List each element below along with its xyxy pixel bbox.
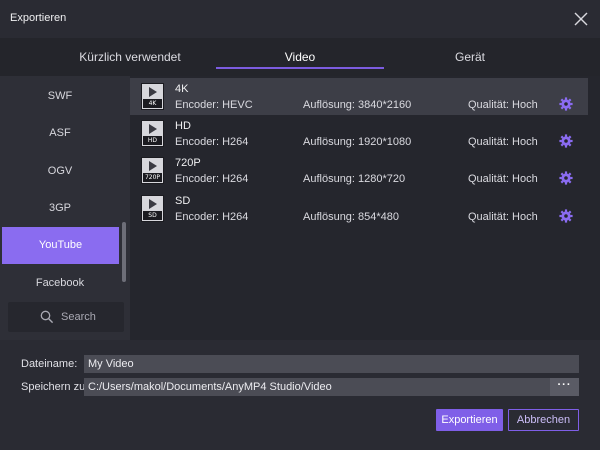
preset-encoder: Encoder: H264 [175, 173, 249, 185]
cancel-button[interactable]: Abbrechen [508, 409, 579, 431]
save-path-label: Speichern zu: [21, 381, 89, 393]
tab-recent[interactable]: Kürzlich verwendet [60, 38, 200, 76]
search-input[interactable]: Search [8, 302, 124, 332]
video-thumbnail-icon: SD [141, 195, 164, 222]
play-icon [149, 199, 157, 209]
video-thumbnail-icon: 720P [141, 157, 164, 184]
title-bar: Exportieren [0, 0, 600, 38]
preset-encoder: Encoder: H264 [175, 211, 249, 223]
preset-resolution: Auflösung: 1920*1080 [303, 136, 412, 148]
preset-row-sd[interactable]: SD SD Encoder: H264 Auflösung: 854*480 Q… [130, 190, 588, 227]
export-options-panel: Dateiname: My Video Speichern zu: C:/Use… [0, 340, 600, 450]
preset-resolution: Auflösung: 3840*2160 [303, 99, 412, 111]
preset-quality: Qualität: Hoch [468, 173, 538, 185]
video-thumbnail-icon: 4K [141, 83, 164, 110]
format-tabs: Kürzlich verwendet Video Gerät [0, 38, 600, 76]
window-title: Exportieren [10, 12, 67, 24]
preset-encoder: Encoder: HEVC [175, 99, 253, 111]
preset-row-hd[interactable]: HD HD Encoder: H264 Auflösung: 1920*1080… [130, 115, 588, 152]
preset-name: SD [175, 195, 191, 207]
save-path-field[interactable]: C:/Users/makol/Documents/AnyMP4 Studio/V… [84, 378, 550, 396]
preset-encoder: Encoder: H264 [175, 136, 249, 148]
sidebar-item-label: ASF [49, 127, 71, 139]
gear-icon[interactable] [559, 171, 573, 185]
preset-quality: Qualität: Hoch [468, 136, 538, 148]
tab-device[interactable]: Gerät [410, 38, 530, 76]
resolution-badge: 720P [143, 173, 162, 182]
close-icon[interactable] [570, 8, 592, 30]
preset-row-720p[interactable]: 720P 720P Encoder: H264 Auflösung: 1280*… [130, 152, 588, 189]
sidebar-item-facebook[interactable]: Facebook [0, 265, 120, 302]
sidebar-scrollbar[interactable] [122, 222, 126, 282]
preset-quality: Qualität: Hoch [468, 99, 538, 111]
filename-field[interactable]: My Video [84, 355, 579, 373]
export-button[interactable]: Exportieren [436, 409, 503, 431]
sidebar-item-label: Facebook [35, 277, 85, 289]
sidebar-item-label: YouTube [38, 239, 83, 251]
sidebar-item-3gp[interactable]: 3GP [0, 190, 120, 227]
video-thumbnail-icon: HD [141, 120, 164, 147]
sidebar-item-swf[interactable]: SWF [0, 78, 120, 115]
resolution-badge: 4K [143, 99, 162, 108]
filename-label: Dateiname: [21, 358, 78, 370]
tab-label: Video [284, 50, 316, 64]
preset-name: 4K [175, 83, 189, 95]
sidebar-item-ogv[interactable]: OGV [0, 153, 120, 190]
preset-name: HD [175, 120, 191, 132]
resolution-badge: HD [143, 136, 162, 145]
preset-quality: Qualität: Hoch [468, 211, 538, 223]
preset-resolution: Auflösung: 854*480 [303, 211, 400, 223]
preset-list: 4K 4K Encoder: HEVC Auflösung: 3840*2160… [130, 76, 600, 340]
resolution-badge: SD [143, 211, 162, 220]
play-icon [149, 124, 157, 134]
search-icon [40, 310, 54, 324]
preset-row-4k[interactable]: 4K 4K Encoder: HEVC Auflösung: 3840*2160… [130, 78, 588, 115]
play-icon [149, 161, 157, 171]
sidebar-item-label: 3GP [48, 202, 71, 214]
tab-label: Kürzlich verwendet [79, 50, 181, 64]
sidebar-item-youtube[interactable]: YouTube [2, 227, 119, 264]
gear-icon[interactable] [559, 209, 573, 223]
sidebar-item-asf[interactable]: ASF [0, 115, 120, 152]
sidebar-item-label: OGV [47, 165, 73, 177]
preset-name: 720P [175, 157, 201, 169]
format-sidebar: SWF ASF OGV 3GP YouTube Facebook Search [0, 76, 130, 340]
play-icon [149, 87, 157, 97]
preset-resolution: Auflösung: 1280*720 [303, 173, 406, 185]
active-tab-indicator [216, 67, 384, 69]
search-placeholder: Search [61, 311, 96, 323]
tab-label: Gerät [454, 50, 485, 64]
gear-icon[interactable] [559, 134, 573, 148]
gear-icon[interactable] [559, 97, 573, 111]
tab-video[interactable]: Video [216, 38, 384, 76]
sidebar-item-label: SWF [47, 90, 73, 102]
browse-button[interactable]: ··· [550, 378, 579, 396]
